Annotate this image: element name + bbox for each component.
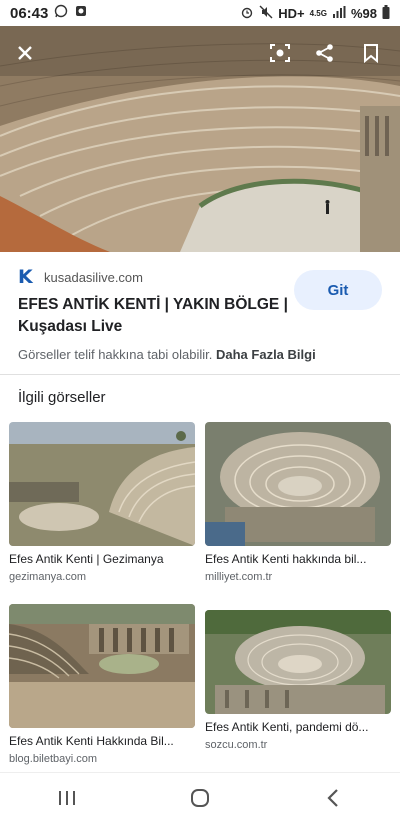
close-icon [18, 46, 32, 60]
result-title[interactable]: EFES ANTİK KENTİ | YAKIN BÖLGE | Kuşadas… [18, 294, 288, 338]
alarm-icon [240, 5, 254, 22]
related-card[interactable]: Efes Antik Kenti hakkında bil... milliye… [205, 422, 391, 583]
related-domain: milliyet.com.tr [205, 571, 273, 583]
network-label: HD+ [278, 5, 305, 21]
signal-type: 4.5G [309, 8, 327, 18]
divider [0, 374, 400, 375]
related-domain: blog.biletbayi.com [9, 753, 98, 765]
related-domain: sozcu.com.tr [205, 739, 268, 751]
share-button[interactable] [310, 38, 340, 68]
recent-apps-icon [58, 790, 75, 805]
related-caption: Efes Antik Kenti, pandemi dö... [205, 720, 369, 734]
home-icon [190, 788, 209, 807]
system-nav-bar [0, 772, 400, 822]
whatsapp-icon [54, 4, 68, 22]
home-button[interactable] [180, 778, 220, 818]
lens-icon [270, 44, 290, 62]
related-thumbnail[interactable] [205, 422, 391, 546]
hero-image[interactable] [0, 26, 400, 252]
bookmark-button[interactable] [356, 38, 386, 68]
recent-apps-button[interactable] [47, 778, 87, 818]
related-card[interactable]: Efes Antik Kenti Hakkında Bil... blog.bi… [9, 604, 195, 765]
related-thumbnail[interactable] [205, 610, 391, 714]
copyright-text: Görseller telif hakkına tabi olabilir. [18, 347, 213, 362]
visit-button[interactable]: Git [294, 270, 382, 310]
status-time: 06:43 [10, 4, 49, 22]
close-button[interactable] [10, 38, 40, 68]
related-caption: Efes Antik Kenti hakkında bil... [205, 552, 367, 566]
status-bar: 06:43 HD+ 4.5G %98 [0, 0, 400, 26]
back-button[interactable] [313, 778, 353, 818]
notification-app-icon [74, 4, 88, 22]
related-thumbnail[interactable] [9, 422, 195, 546]
source-domain: kusadasilive.com [44, 269, 143, 285]
more-info-link[interactable]: Daha Fazla Bilgi [216, 347, 316, 362]
signal-icon [332, 5, 346, 22]
battery-label: %98 [350, 5, 377, 21]
related-thumbnail[interactable] [9, 604, 195, 728]
bookmark-icon [364, 44, 378, 63]
mute-icon [259, 5, 273, 22]
lens-button[interactable] [265, 38, 295, 68]
related-caption: Efes Antik Kenti | Gezimanya [9, 552, 164, 566]
related-card[interactable]: Efes Antik Kenti | Gezimanya gezimanya.c… [9, 422, 195, 583]
back-icon [327, 788, 339, 807]
battery-icon [382, 4, 390, 22]
share-icon [316, 44, 333, 62]
related-heading: İlgili görseller [18, 389, 106, 406]
related-card[interactable]: Efes Antik Kenti, pandemi dö... sozcu.co… [205, 610, 391, 751]
copyright-notice: Görseller telif hakkına tabi olabilir. D… [18, 347, 382, 362]
related-caption: Efes Antik Kenti Hakkında Bil... [9, 734, 174, 748]
site-logo-icon: K [18, 266, 33, 288]
related-domain: gezimanya.com [9, 571, 87, 583]
